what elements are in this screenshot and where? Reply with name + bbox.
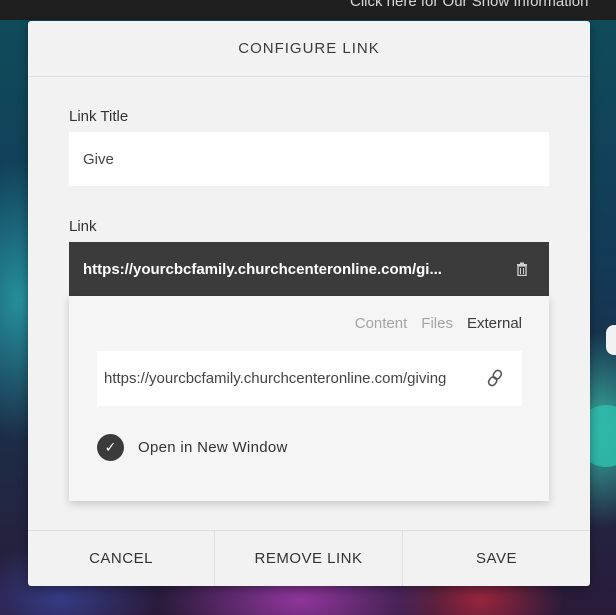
- top-banner-text[interactable]: Click here for Our Show Information: [350, 0, 588, 10]
- tab-content[interactable]: Content: [355, 315, 408, 332]
- external-url-field: [97, 351, 522, 406]
- save-button[interactable]: SAVE: [402, 531, 590, 586]
- open-new-window-label: Open in New Window: [138, 439, 288, 456]
- top-banner[interactable]: Click here for Our Show Information: [0, 0, 616, 20]
- remove-link-button[interactable]: REMOVE LINK: [214, 531, 402, 586]
- link-value-text: https://yourcbcfamily.churchcenteronline…: [83, 260, 442, 278]
- trash-icon[interactable]: [515, 262, 529, 277]
- link-label: Link: [69, 218, 97, 235]
- open-new-window-option[interactable]: ✓ Open in New Window: [97, 434, 288, 461]
- background-decoration: [606, 325, 616, 355]
- tab-files[interactable]: Files: [421, 315, 453, 332]
- checkmark-icon: ✓: [104, 439, 117, 455]
- link-title-input[interactable]: [69, 132, 549, 186]
- dialog-title: CONFIGURE LINK: [238, 40, 380, 57]
- cancel-button[interactable]: CANCEL: [28, 531, 214, 586]
- dialog-header: CONFIGURE LINK: [28, 21, 590, 77]
- chain-link-icon[interactable]: [485, 368, 505, 388]
- external-url-input[interactable]: [104, 370, 467, 387]
- link-options-panel: Content Files External ✓ Open in New Win…: [69, 296, 549, 501]
- link-type-tabs: Content Files External: [355, 315, 522, 332]
- link-title-label: Link Title: [69, 108, 129, 125]
- dialog-footer: CANCEL REMOVE LINK SAVE: [28, 530, 590, 586]
- tab-external[interactable]: External: [467, 315, 522, 332]
- link-value-bar[interactable]: https://yourcbcfamily.churchcenteronline…: [69, 242, 549, 296]
- open-new-window-checkbox[interactable]: ✓: [97, 434, 124, 461]
- configure-link-dialog: CONFIGURE LINK Link Title Link https://y…: [28, 21, 590, 586]
